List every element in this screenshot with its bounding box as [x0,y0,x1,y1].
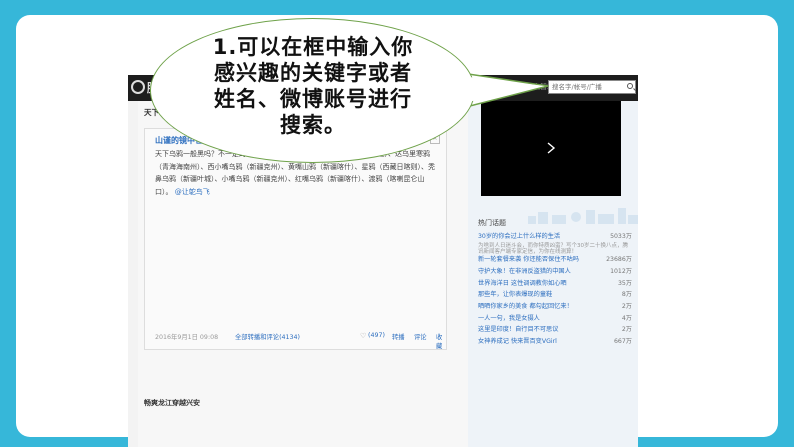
callout-line: 感兴趣的关键字或者 [214,61,412,85]
post-mention[interactable]: @让鸵鸟飞 [175,188,210,196]
skyline-decoration [528,208,638,224]
hot-topic-count: 2万 [621,302,632,310]
hot-topic-item[interactable]: 这里是印度！自行目不可思议 2万 [478,324,632,336]
hot-topic-item[interactable]: 世界海洋日 这性调调教你如心晒 35万 [478,278,632,290]
hot-topic-title[interactable]: 晒晒你家乡的美食 都勾起回忆来！ [478,303,573,310]
like-count[interactable]: (497) [368,332,385,339]
search-icon[interactable] [627,83,633,89]
callout-line: 姓名、微博账号进行 [214,87,412,111]
search-box[interactable] [548,80,636,94]
play-icon[interactable] [545,142,557,154]
hot-topic-item[interactable]: 30岁的你会过上什么样的生活 5033万 [478,231,632,243]
hot-topics-list: 30岁的你会过上什么样的生活 5033万 为啥到人日迷斗会，而你特质凶蛮？写个30… [478,231,632,348]
video-player[interactable] [481,101,621,196]
hot-topic-item[interactable]: 女神养成记 快来晋百变VGirl 667万 [478,336,632,348]
repost-button[interactable]: 转播 [392,332,405,341]
right-sidebar: 热门话题 30岁的你会过上什么样的生活 5033万 为啥到人日迷斗会，而你特质凶蛮… [468,101,638,447]
hot-topic-count: 5033万 [610,233,632,240]
callout-text: 1.可以在框中输入你 感兴趣的关键字或者 姓名、微博账号进行 搜索。 [188,34,438,138]
hot-topic-description: 为啥到人日迷斗会，而你特质凶蛮？写个30岁二十换八点，腾讯新闻客户端专家定信，为… [478,242,629,255]
hot-topic-title[interactable]: 30岁的你会过上什么样的生活 [478,233,560,240]
hot-topic-count: 35万 [617,279,632,287]
all-comments-link[interactable]: 全部转播和评论(4134) [235,332,300,341]
logo-icon [131,80,145,94]
callout-line: 1.可以在框中输入你 [212,35,414,59]
hot-topic-title[interactable]: 守护大象！在非洲反盗猎的中国人 [478,268,571,275]
search-input[interactable] [550,82,626,92]
comment-button[interactable]: 评论 [414,332,427,341]
hot-topic-count: 667万 [614,338,632,345]
hot-topic-count: 1012万 [610,267,632,275]
hot-topic-title[interactable]: 一人一句，我是女摄人 [478,315,540,322]
hot-topic-item[interactable]: 晒晒你家乡的美食 都勾起回忆来！ 2万 [478,301,632,313]
hot-topic-title[interactable]: 世界海洋日 这性调调教你如心晒 [478,280,567,287]
hot-topics-label: 热门话题 [478,219,506,227]
hot-topic-title[interactable]: 那些年，让你表爆现的童鞋 [478,291,552,298]
post-time: 2016年9月1日 09:08 [155,334,219,341]
hot-topic-item[interactable]: 守护大象！在非洲反盗猎的中国人 1012万 [478,266,632,278]
callout-line: 搜索。 [280,113,346,137]
hot-topic-title[interactable]: 这里是印度！自行目不可思议 [478,326,558,333]
heart-icon[interactable]: ♡ [360,332,366,340]
hot-topic-title[interactable]: 新一轮套餐来袭 你还能否保住不咕吗 [478,256,579,263]
bottom-section-title: 畅爽龙江穿越兴安 [144,399,200,407]
hot-topic-item[interactable]: 那些年，让你表爆现的童鞋 8万 [478,289,632,301]
favorite-button[interactable]: 收藏 [436,332,442,350]
hot-topic-count: 2万 [621,326,632,334]
hot-topic-item[interactable]: 一人一句，我是女摄人 4万 [478,313,632,325]
post-footer: 2016年9月1日 09:08 全部转播和评论(4134) ♡ (497) 转播… [155,332,442,350]
hot-topic-item[interactable]: 新一轮套餐来袭 你还能否保住不咕吗 23686万 [478,254,632,266]
hot-topic-title[interactable]: 女神养成记 快来晋百变VGirl [478,338,557,345]
hot-topic-count: 4万 [621,314,632,322]
hot-topic-count: 23686万 [606,256,632,264]
hot-topic-count: 8万 [621,291,632,299]
